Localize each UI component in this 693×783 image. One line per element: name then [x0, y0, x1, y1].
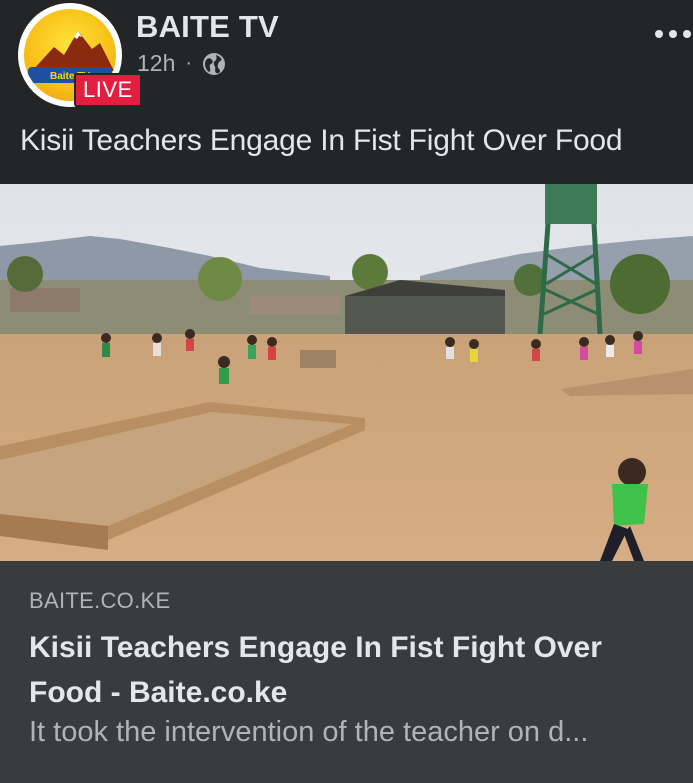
globe-icon [202, 52, 226, 76]
facebook-post: Baite TV LIVE BAITE TV 12h · Kisii Teach… [0, 0, 693, 783]
post-meta: 12h · [137, 50, 226, 77]
page-name[interactable]: BAITE TV [136, 9, 279, 45]
live-badge: LIVE [74, 73, 142, 107]
post-caption: Kisii Teachers Engage In Fist Fight Over… [20, 124, 623, 157]
schoolyard-photo [0, 184, 693, 561]
post-header: Baite TV LIVE BAITE TV 12h · [0, 0, 693, 115]
link-description: It took the intervention of the teacher … [29, 716, 589, 748]
post-time[interactable]: 12h [137, 50, 175, 77]
more-horizontal-icon[interactable] [653, 24, 693, 44]
post-photo[interactable] [0, 184, 693, 561]
link-title[interactable]: Kisii Teachers Engage In Fist Fight Over… [29, 625, 669, 715]
link-preview-card[interactable]: BAITE.CO.KE Kisii Teachers Engage In Fis… [0, 561, 693, 783]
meta-separator: · [185, 52, 193, 74]
link-domain: BAITE.CO.KE [29, 588, 171, 613]
page-avatar[interactable]: Baite TV LIVE [18, 3, 142, 107]
